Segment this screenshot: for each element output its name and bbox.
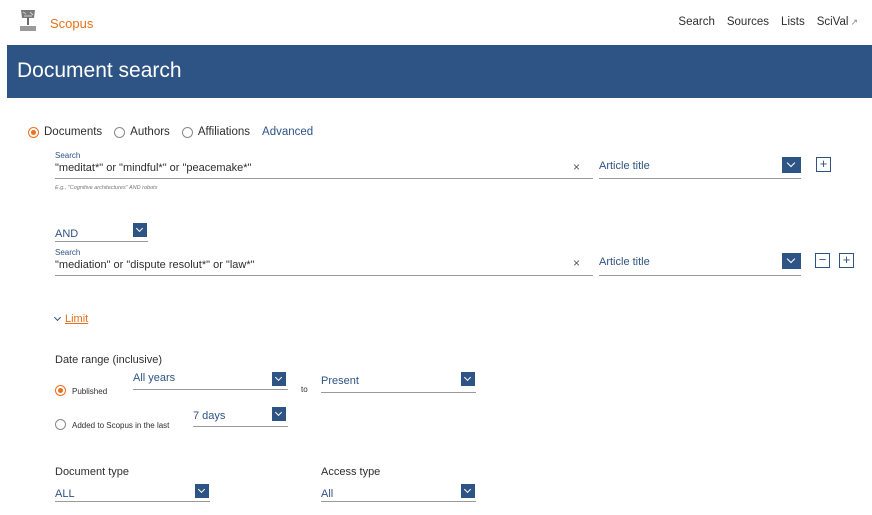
added-period-select[interactable]: 7 days <box>193 410 225 422</box>
nav-sources[interactable]: Sources <box>727 16 769 28</box>
limit-toggle[interactable]: Limit <box>53 313 88 325</box>
search-hint: E.g., "Cognitive architectures" AND robo… <box>55 185 158 191</box>
field-select-2[interactable]: Article title <box>599 256 650 268</box>
access-type-chevron-icon[interactable] <box>461 484 475 498</box>
search-field-label: Search <box>55 248 81 257</box>
field-select-1-chevron-icon[interactable] <box>782 157 801 173</box>
add-search-row-button[interactable]: + <box>816 157 831 172</box>
published-label: Published <box>72 387 108 396</box>
radio-affiliations[interactable]: Affiliations <box>181 126 250 138</box>
search-field-label: Search <box>55 151 81 160</box>
elsevier-tree-logo <box>18 8 38 32</box>
from-year-chevron-icon[interactable] <box>272 372 286 386</box>
radio-icon[interactable] <box>114 126 126 138</box>
nav-search[interactable]: Search <box>678 16 714 28</box>
search-input-2[interactable]: "mediation" or "dispute resolut*" or "la… <box>55 259 255 271</box>
document-type-underline <box>55 501 210 502</box>
page-title: Document search <box>17 59 182 82</box>
brand-name[interactable]: Scopus <box>50 16 93 31</box>
nav-scival[interactable]: SciVal ↗ <box>817 16 858 28</box>
radio-authors[interactable]: Authors <box>114 126 170 138</box>
search-input-2-underline <box>55 275 593 276</box>
operator-select[interactable]: AND <box>55 228 78 240</box>
document-type-chevron-icon[interactable] <box>195 484 209 498</box>
radio-icon[interactable] <box>181 126 193 138</box>
to-label: to <box>301 385 308 394</box>
radio-added-icon[interactable] <box>55 419 66 430</box>
advanced-search-link[interactable]: Advanced <box>262 126 313 138</box>
from-year-select[interactable]: All years <box>133 372 175 384</box>
chevron-down-icon <box>53 313 62 322</box>
top-bar: Scopus Search Sources Lists SciVal ↗ <box>0 0 872 45</box>
added-period-chevron-icon[interactable] <box>272 407 286 421</box>
document-type-label: Document type <box>55 466 129 478</box>
search-input-1-underline <box>55 178 593 179</box>
page-banner: Document search <box>7 45 872 98</box>
access-type-select[interactable]: All <box>321 488 333 500</box>
to-year-underline <box>321 392 476 393</box>
access-type-label: Access type <box>321 466 381 478</box>
field-select-1[interactable]: Article title <box>599 160 650 172</box>
document-type-select[interactable]: ALL <box>55 488 75 500</box>
clear-search-2-icon[interactable]: × <box>573 256 580 270</box>
from-year-underline <box>133 389 288 390</box>
search-input-1[interactable]: "meditat*" or "mindful*" or "peacemake*" <box>55 162 251 174</box>
field-select-1-underline <box>599 178 801 179</box>
external-link-icon: ↗ <box>850 17 858 27</box>
radio-selected-icon[interactable] <box>28 126 39 138</box>
search-type-selector: Documents Authors Affiliations Advanced <box>28 126 313 138</box>
clear-search-1-icon[interactable]: × <box>573 160 580 174</box>
remove-search-row-button[interactable]: − <box>815 253 830 268</box>
nav-lists[interactable]: Lists <box>781 16 805 28</box>
top-nav: Search Sources Lists SciVal ↗ <box>678 16 858 28</box>
added-to-scopus-label: Added to Scopus in the last <box>72 421 170 430</box>
added-period-underline <box>193 426 288 427</box>
field-select-2-chevron-icon[interactable] <box>782 253 801 269</box>
field-select-2-underline <box>599 275 801 276</box>
operator-underline <box>55 241 148 242</box>
radio-documents[interactable]: Documents <box>28 126 102 138</box>
radio-published-icon[interactable] <box>55 385 66 396</box>
add-search-row-button[interactable]: + <box>839 253 854 268</box>
to-year-chevron-icon[interactable] <box>461 372 475 386</box>
operator-chevron-icon[interactable] <box>133 223 147 237</box>
access-type-underline <box>321 501 476 502</box>
to-year-select[interactable]: Present <box>321 375 359 387</box>
date-range-title: Date range (inclusive) <box>55 354 162 366</box>
